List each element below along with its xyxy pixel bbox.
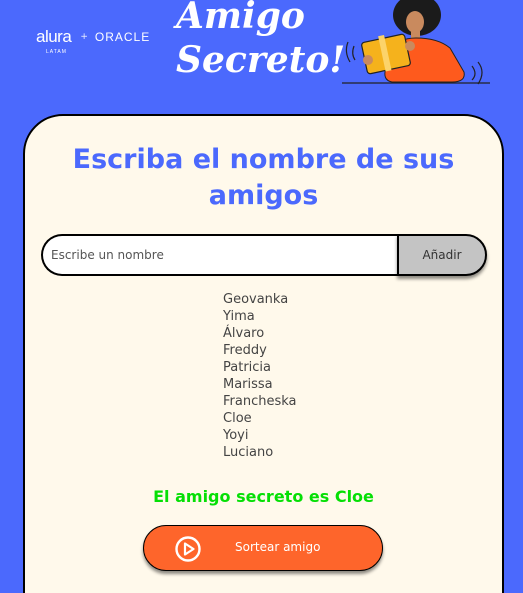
list-item: Álvaro [223, 326, 265, 341]
alura-logo-sub: LATAM [46, 49, 67, 55]
draw-friend-button[interactable]: Sortear amigo [143, 525, 383, 571]
list-item: Freddy [223, 343, 267, 358]
friends-card: Escriba el nombre de sus amigos Añadir G… [23, 114, 504, 593]
draw-friend-label: Sortear amigo [235, 540, 321, 554]
list-item: Yoyi [223, 428, 249, 443]
header: alura LATAM + ORACLE Amigo Secreto! [0, 0, 523, 115]
person-with-gift-illustration [342, 0, 490, 85]
card-heading-line-2: amigos [208, 180, 319, 211]
title-line-1: Amigo [176, 0, 305, 37]
list-item: Geovanka [223, 292, 289, 307]
add-button[interactable]: Añadir [397, 234, 487, 276]
list-item: Marissa [223, 377, 273, 392]
card-heading-line-1: Escriba el nombre de sus [72, 144, 455, 175]
list-item: Patricia [223, 360, 272, 375]
list-item: Francheska [223, 394, 297, 409]
brand-logos: alura LATAM + ORACLE [36, 28, 151, 55]
list-item: Yima [223, 309, 255, 324]
friend-list: Geovanka Yima Álvaro Freddy Patricia Mar… [223, 291, 297, 461]
brand-plus: + [80, 32, 88, 42]
play-circle-icon [175, 536, 201, 562]
friend-name-input[interactable] [41, 234, 399, 276]
list-item: Cloe [223, 411, 252, 426]
result-text: El amigo secreto es Cloe [153, 487, 374, 506]
title-line-2: Secreto! [176, 39, 346, 81]
page-title: Amigo Secreto! [176, 0, 345, 82]
alura-logo: alura LATAM [36, 28, 72, 55]
card-heading: Escriba el nombre de sus amigos [25, 142, 502, 214]
oracle-logo: ORACLE [94, 30, 151, 44]
list-item: Luciano [223, 445, 274, 460]
add-friend-row: Añadir [41, 234, 487, 276]
